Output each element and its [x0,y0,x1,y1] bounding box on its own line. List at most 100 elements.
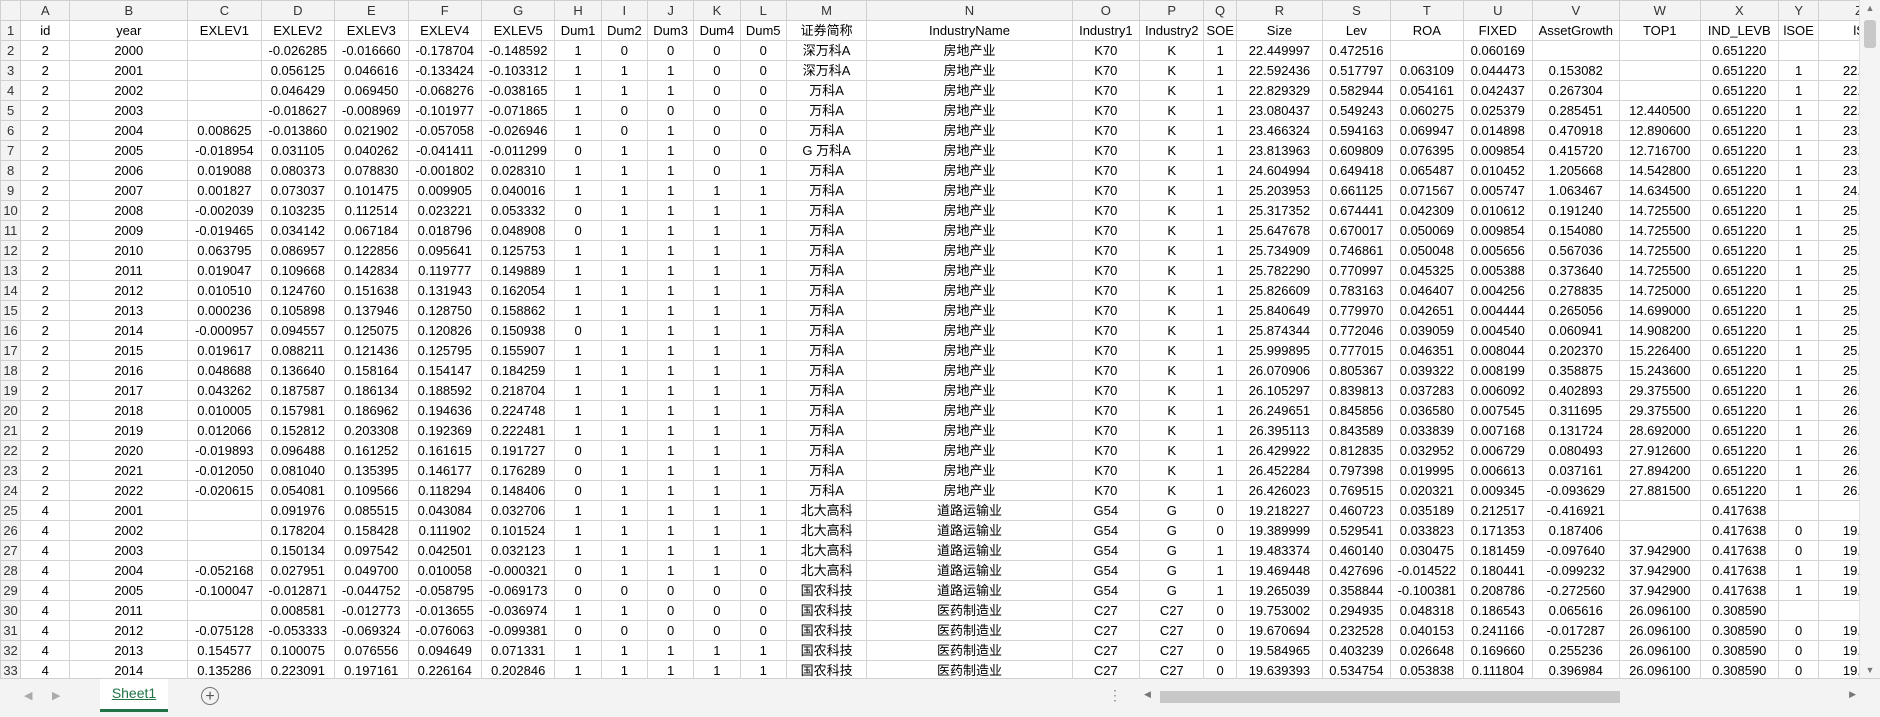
data-cell[interactable]: 0.472516 [1322,40,1391,61]
data-cell[interactable]: 0 [600,620,648,641]
data-cell[interactable]: 2001 [69,60,189,81]
data-cell[interactable]: 2000 [69,40,189,61]
data-cell[interactable]: 0.148406 [480,480,556,501]
data-cell[interactable]: 0.046351 [1389,340,1465,361]
data-cell[interactable]: 0.105898 [260,300,336,321]
data-cell[interactable]: 0.155907 [480,340,556,361]
data-cell[interactable]: 0.010058 [407,560,482,581]
data-cell[interactable]: 2 [20,220,71,241]
data-cell[interactable]: 1 [1778,280,1820,301]
data-cell[interactable]: 房地产业 [866,160,1073,181]
data-cell[interactable]: 1 [600,660,648,678]
data-cell[interactable]: 1 [1778,240,1820,261]
data-cell[interactable]: 22.449997 [1235,40,1324,61]
data-cell[interactable]: 房地产业 [866,240,1073,261]
data-cell[interactable]: 26.096100 [1619,660,1701,678]
worksheet-grid[interactable]: ABCDEFGHIJKLMNOPQRSTUVWXYZ 1idyearEXLEV1… [0,0,1860,678]
data-cell[interactable]: 25.87 [1818,340,1860,361]
data-cell[interactable]: 37.942900 [1619,580,1701,601]
data-cell[interactable]: 0.192369 [407,420,482,441]
data-cell[interactable]: G [1139,520,1205,541]
data-cell[interactable]: 37.942900 [1619,540,1701,561]
data-cell[interactable]: 0.308590 [1699,660,1780,678]
data-cell[interactable]: 0 [1203,600,1237,621]
data-cell[interactable]: 19.67 [1818,640,1860,661]
data-cell[interactable]: G54 [1071,520,1141,541]
data-cell[interactable]: 0.651220 [1699,60,1780,81]
data-cell[interactable]: 0.048688 [187,360,262,381]
data-cell[interactable]: 房地产业 [866,480,1073,501]
data-cell[interactable]: 万科A [785,160,868,181]
data-cell[interactable]: 0.000236 [187,300,262,321]
data-cell[interactable]: 0.661125 [1322,180,1391,201]
data-cell[interactable]: K [1139,40,1205,61]
column-letter-x[interactable]: X [1699,0,1780,21]
data-cell[interactable]: 房地产业 [866,260,1073,281]
data-cell[interactable]: 0.226164 [407,660,482,678]
data-cell[interactable]: 0.162054 [480,280,556,301]
data-cell[interactable]: 12.440500 [1619,100,1701,121]
data-cell[interactable]: 23.08 [1818,120,1860,141]
data-cell[interactable]: 0.054161 [1389,80,1465,101]
data-cell[interactable]: 0.153082 [1531,60,1621,81]
data-cell[interactable] [187,540,262,561]
data-cell[interactable]: 1 [693,260,741,281]
data-cell[interactable]: 2 [20,400,71,421]
row-number[interactable]: 27 [0,540,22,561]
data-cell[interactable]: 0.805367 [1322,360,1391,381]
data-cell[interactable]: 29.375500 [1619,380,1701,401]
data-cell[interactable]: -0.008969 [334,100,409,121]
data-cell[interactable]: 0.567036 [1531,240,1621,261]
data-cell[interactable]: 1 [739,300,787,321]
data-cell[interactable]: G [1139,540,1205,561]
data-cell[interactable]: 0 [646,620,695,641]
column-letter-c[interactable]: C [187,0,262,21]
data-cell[interactable]: 1 [1203,260,1237,281]
data-cell[interactable]: 25.82 [1818,300,1860,321]
data-cell[interactable]: 2014 [69,320,189,341]
data-cell[interactable]: 4 [20,540,71,561]
data-cell[interactable]: 2003 [69,540,189,561]
data-cell[interactable]: 1 [693,380,741,401]
row-number[interactable]: 11 [0,220,22,241]
data-cell[interactable]: 0.019047 [187,260,262,281]
data-cell[interactable]: 万科A [785,480,868,501]
data-cell[interactable]: 0.188592 [407,380,482,401]
data-cell[interactable]: 1 [1778,580,1820,601]
data-cell[interactable] [1619,40,1701,61]
data-cell[interactable]: 1 [1778,440,1820,461]
data-cell[interactable]: 0.031105 [260,140,336,161]
data-cell[interactable]: 0.358844 [1322,580,1391,601]
data-cell[interactable]: 25.840649 [1235,300,1324,321]
data-cell[interactable]: 北大高科 [785,540,868,561]
data-cell[interactable]: 1 [600,500,648,521]
data-cell[interactable]: 0.101524 [480,520,556,541]
column-letter-m[interactable]: M [785,0,868,21]
header-cell[interactable]: EXLEV5 [480,20,556,41]
data-cell[interactable]: 0.119777 [407,260,482,281]
data-cell[interactable]: 2 [20,260,71,281]
data-cell[interactable]: 万科A [785,380,868,401]
data-cell[interactable]: 0.651220 [1699,80,1780,101]
row-number[interactable]: 28 [0,560,22,581]
data-cell[interactable]: K70 [1071,440,1141,461]
data-cell[interactable]: 1 [554,660,602,678]
more-options-icon[interactable]: ⋮ [1108,687,1122,704]
data-cell[interactable]: 2022 [69,480,189,501]
data-cell[interactable]: 万科A [785,260,868,281]
data-cell[interactable]: 1 [1778,400,1820,421]
column-letter-z[interactable]: Z [1818,0,1860,21]
data-cell[interactable]: 19.265039 [1235,580,1324,601]
data-cell[interactable]: 19.639393 [1235,660,1324,678]
data-cell[interactable]: 0.517797 [1322,60,1391,81]
column-letter-p[interactable]: P [1139,0,1205,21]
data-cell[interactable]: 2005 [69,140,189,161]
data-cell[interactable]: 0.007168 [1463,420,1533,441]
data-cell[interactable]: 19.670694 [1235,620,1324,641]
data-cell[interactable]: 1 [600,540,648,561]
data-cell[interactable]: 0 [554,560,602,581]
data-cell[interactable]: 1 [554,240,602,261]
data-cell[interactable]: K70 [1071,80,1141,101]
data-cell[interactable]: 1 [646,300,695,321]
data-cell[interactable]: 0.042309 [1389,200,1465,221]
